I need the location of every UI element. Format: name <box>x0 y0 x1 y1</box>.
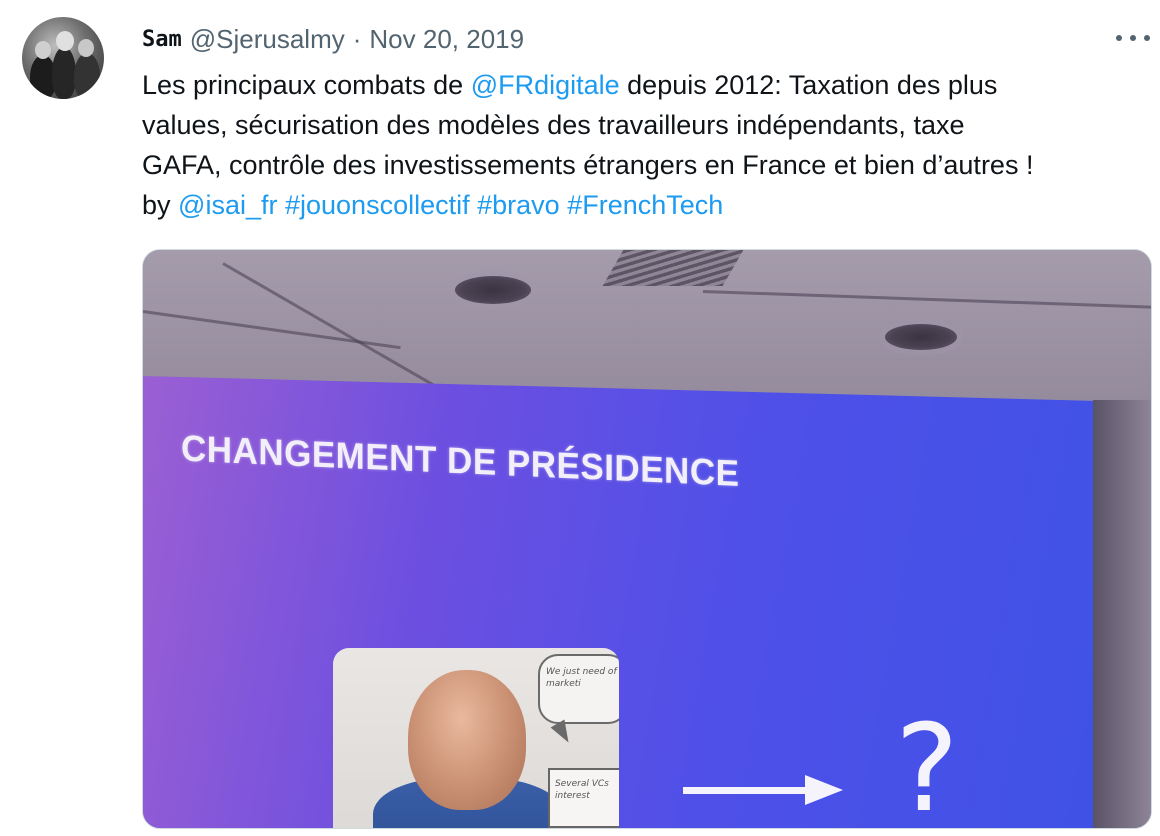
mention-link[interactable]: @isai_fr <box>178 190 277 220</box>
tweet[interactable]: Sam @Sjerusalmy · Nov 20, 2019 Les princ… <box>0 0 1160 836</box>
hashtag-link[interactable]: #FrenchTech <box>567 190 723 220</box>
more-dot <box>1116 35 1122 41</box>
tweet-media-photo[interactable]: CHANGEMENT DE PRÉSIDENCE We just need of… <box>142 249 1152 829</box>
tweet-text-segment: values, sécurisation des modèles des tra… <box>142 110 965 140</box>
more-dot <box>1144 35 1150 41</box>
speech-bubble: We just need of marketi <box>538 654 619 724</box>
author-display-name[interactable]: Sam <box>142 27 182 52</box>
more-options-icon[interactable] <box>1116 26 1150 50</box>
screen-edge <box>1093 400 1151 828</box>
header-separator: · <box>352 23 362 54</box>
more-dot <box>1130 35 1136 41</box>
question-mark: ? <box>895 700 959 829</box>
tweet-text-segment <box>277 190 285 220</box>
note-box: Several VCs interest <box>548 768 619 828</box>
ceiling-vent <box>602 250 744 286</box>
arrow-right-icon <box>683 775 843 805</box>
mention-link[interactable]: @FRdigitale <box>471 70 620 100</box>
tweet-text-segment: Les principaux combats de <box>142 70 471 100</box>
tweet-text: Les principaux combats de @FRdigitale de… <box>142 65 1142 225</box>
author-avatar[interactable] <box>22 17 104 99</box>
tweet-text-line: GAFA, contrôle des investissements étran… <box>142 145 1142 185</box>
tweet-text-segment: GAFA, contrôle des investissements étran… <box>142 150 1034 180</box>
tweet-text-segment: by <box>142 190 179 220</box>
tweet-date[interactable]: Nov 20, 2019 <box>369 24 524 55</box>
slide-photo: We just need of marketi Several VCs inte… <box>333 648 619 828</box>
ceiling-light <box>885 324 957 350</box>
tweet-text-line: Les principaux combats de @FRdigitale de… <box>142 65 1142 105</box>
hashtag-link[interactable]: #bravo <box>477 190 560 220</box>
tweet-header: Sam @Sjerusalmy · Nov 20, 2019 <box>142 22 524 56</box>
tweet-text-segment: depuis 2012: Taxation des plus <box>619 70 998 100</box>
tweet-text-line: by @isai_fr #jouonscollectif #bravo #Fre… <box>142 185 1142 225</box>
tweet-text-line: values, sécurisation des modèles des tra… <box>142 105 1142 145</box>
author-handle[interactable]: @Sjerusalmy <box>190 24 345 55</box>
person-head <box>408 670 526 810</box>
hashtag-link[interactable]: #jouonscollectif <box>285 190 470 220</box>
tweet-text-segment <box>470 190 478 220</box>
ceiling-light <box>455 276 531 304</box>
